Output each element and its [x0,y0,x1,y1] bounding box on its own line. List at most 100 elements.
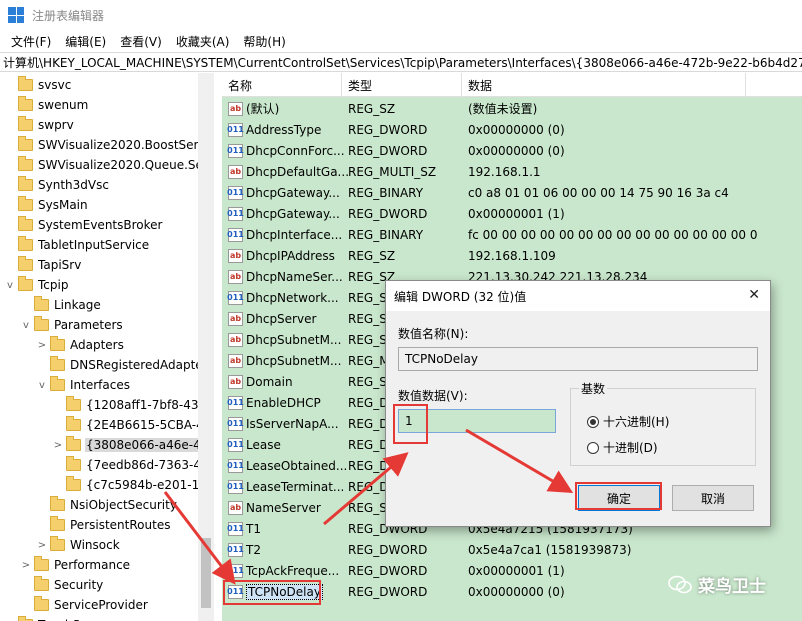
value-name-cell: ab DhcpNameSer... [222,269,348,284]
tree-item[interactable]: {1208aff1-7bf8-431d-a [52,395,213,415]
tree-item[interactable]: ServiceProvider [20,595,149,615]
tree-item[interactable]: DNSRegisteredAdapters [36,355,213,375]
folder-icon [34,596,49,611]
base-group-label: 基数 [579,380,608,397]
chevron-down-icon[interactable]: v [36,380,48,391]
folder-icon [66,456,81,471]
radio-hexadecimal[interactable]: 十六进制(H) [587,413,669,430]
binary-value-icon: 011 [227,206,244,221]
tree-scrollbar[interactable] [198,73,214,621]
folder-icon [50,496,65,511]
value-row[interactable]: 011 DhcpInterface... REG_BINARY fc 00 00 00… [222,224,802,245]
tree-item[interactable]: Security [20,575,104,595]
value-data: 0x00000000 (0) [468,143,565,158]
binary-value-icon: 011 [227,290,244,305]
tree-item[interactable]: SWVisualize2020.BoostService [4,135,213,155]
tree-item[interactable]: v Tcpip [4,275,69,295]
tree-item[interactable]: v Parameters [20,315,124,335]
chevron-down-icon[interactable]: v [20,320,32,331]
tree-item[interactable]: {c7c5984b-e201-11e9- [52,475,213,495]
tree-item[interactable]: > Performance [20,555,131,575]
value-row[interactable]: 011 T2 REG_DWORD 0x5e4a7ca1 (1581939873) [222,539,802,560]
value-name: EnableDHCP [246,395,321,410]
tree-item[interactable]: SWVisualize2020.Queue.Server [4,155,213,175]
value-type: REG_DWORD [348,143,428,158]
value-row[interactable]: 011 DhcpGateway... REG_DWORD 0x00000001 (1) [222,203,802,224]
menu-view[interactable]: 查看(V) [113,33,169,50]
tree-item[interactable]: SystemEventsBroker [4,215,163,235]
tree-item[interactable]: > Winsock [36,535,121,555]
radio-decimal[interactable]: 十进制(D) [587,439,658,456]
menu-favorites[interactable]: 收藏夹(A) [169,33,237,50]
chevron-down-icon[interactable]: v [4,280,16,291]
tree-item-label: Performance [54,558,131,572]
binary-value-icon: 011 [227,563,244,578]
value-name: DhcpIPAddress [246,248,335,263]
ok-button[interactable]: 确定 [578,485,660,511]
tree-item[interactable]: > {3808e066-a46e-472b [52,435,213,455]
folder-icon [34,576,49,591]
close-icon[interactable]: ✕ [748,287,760,303]
column-header-type[interactable]: 类型 [342,73,462,97]
tree-scrollbar-thumb[interactable] [201,538,211,608]
registry-tree: svsvc swenum swprv SWVisualize2020.BoostSer… [0,73,214,621]
cancel-button[interactable]: 取消 [672,485,754,511]
value-name: Lease [246,437,281,452]
chevron-right-icon[interactable]: > [36,340,48,351]
folder-icon [18,136,33,151]
value-data-input[interactable]: 1 [398,409,556,433]
tree-item[interactable]: TapiSrv [4,255,82,275]
value-row[interactable]: 011 DhcpConnForc... REG_DWORD 0x00000000 (0… [222,140,802,161]
tree-item[interactable]: {2E4B6615-5CBA-4B38 [52,415,213,435]
menu-help[interactable]: 帮助(H) [236,33,292,50]
value-name: DhcpSubnetM... [246,332,342,347]
radio-unselected-icon[interactable] [587,441,599,454]
tree-item-label: swprv [38,118,74,132]
value-name: DhcpConnForc... [246,143,345,158]
dialog-title: 编辑 DWORD (32 位)值 [386,281,770,311]
tree-item[interactable]: > Adapters [36,335,125,355]
tree-item[interactable]: svsvc [4,75,72,95]
folder-icon [50,536,65,551]
value-data: 192.168.1.109 [468,248,556,263]
value-data-label: 数值数据(V): [398,389,468,403]
folder-icon [18,276,33,291]
value-row[interactable]: ab DhcpDefaultGa... REG_MULTI_SZ 192.168.1.… [222,161,802,182]
tree-item[interactable]: PersistentRoutes [36,515,171,535]
chevron-right-icon[interactable]: > [20,560,32,571]
value-row[interactable]: 011 DhcpGateway... REG_BINARY c0 a8 01 01 0… [222,182,802,203]
value-type: REG_DWORD [348,122,428,137]
hex-label: 十六进制(H) [603,415,670,429]
tree-item[interactable]: swprv [4,115,75,135]
value-name-field[interactable]: TCPNoDelay [398,347,758,371]
value-name-cell: ab Domain [222,374,348,389]
tree-item[interactable]: TouchSe [4,615,88,621]
value-name-cell: 011 LeaseTerminat... [222,479,348,494]
column-header-data[interactable]: 数据 [462,73,746,97]
address-bar[interactable]: 计算机\HKEY_LOCAL_MACHINE\SYSTEM\CurrentCon… [0,52,802,72]
binary-value-icon: 011 [227,584,244,599]
chevron-right-icon[interactable]: > [52,440,64,451]
tree-item[interactable]: SysMain [4,195,89,215]
column-header-name[interactable]: 名称 [222,73,342,97]
value-name-cell: 011 DhcpGateway... [222,206,348,221]
menu-edit[interactable]: 编辑(E) [58,33,113,50]
value-row[interactable]: 011 AddressType REG_DWORD 0x00000000 (0) [222,119,802,140]
value-row[interactable]: ab (默认) REG_SZ (数值未设置) [222,98,802,119]
value-name-cell: ab DhcpServer [222,311,348,326]
tree-item[interactable]: Linkage [20,295,102,315]
folder-icon [34,296,49,311]
tree-item-label: PersistentRoutes [70,518,171,532]
radio-selected-icon[interactable] [587,415,599,428]
chevron-right-icon[interactable]: > [36,540,48,551]
tree-item[interactable]: NsiObjectSecurity [36,495,178,515]
tree-item[interactable]: TabletInputService [4,235,150,255]
value-row[interactable]: ab DhcpIPAddress REG_SZ 192.168.1.109 [222,245,802,266]
window-title: 注册表编辑器 [32,8,105,23]
menu-file[interactable]: 文件(F) [4,33,58,50]
value-name: LeaseObtained... [246,458,348,473]
tree-item[interactable]: Synth3dVsc [4,175,110,195]
tree-item[interactable]: {7eedb86d-7363-4b68 [52,455,213,475]
tree-item[interactable]: v Interfaces [36,375,131,395]
tree-item[interactable]: swenum [4,95,89,115]
